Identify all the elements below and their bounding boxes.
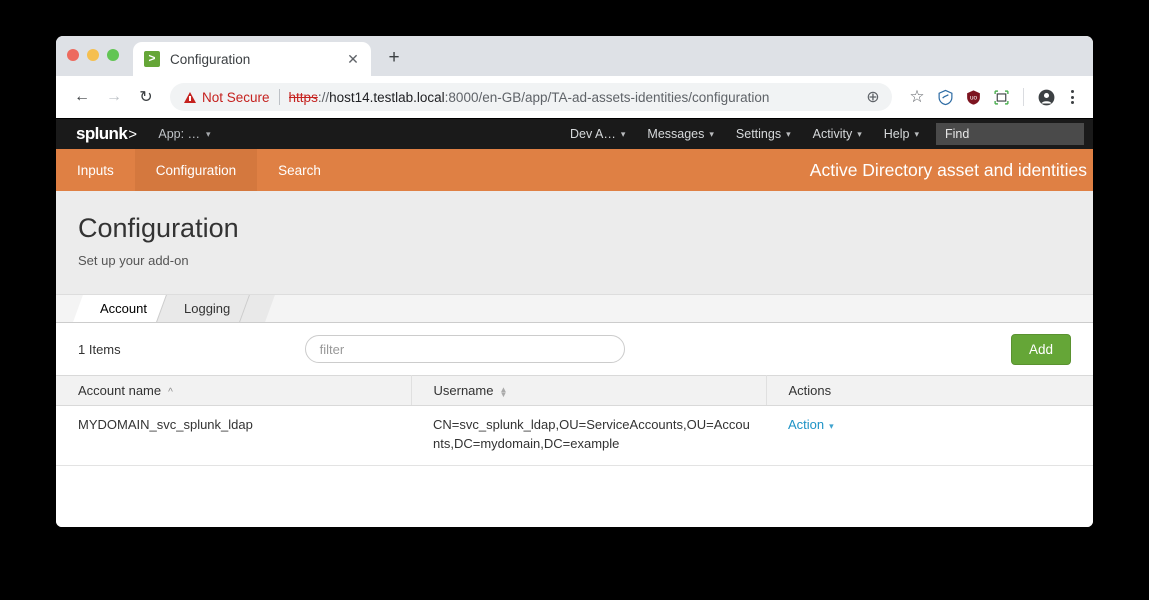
chevron-down-icon: ▾ bbox=[709, 128, 714, 139]
reload-icon[interactable]: ↻ bbox=[132, 83, 160, 111]
forward-icon[interactable]: → bbox=[100, 83, 128, 111]
action-label: Action bbox=[788, 417, 825, 432]
extension-icons: ☆ uo bbox=[904, 84, 1083, 110]
action-menu-link[interactable]: Action ▾ bbox=[788, 417, 834, 432]
sub-tab-row: Account Logging bbox=[56, 295, 1093, 323]
address-bar[interactable]: Not Secure https://host14.testlab.local:… bbox=[170, 83, 892, 111]
app-selector-label: App: … bbox=[158, 127, 201, 141]
not-secure-label: Not Secure bbox=[202, 89, 270, 105]
url-scheme-sep: :// bbox=[317, 89, 330, 105]
splunk-page: splunk > App: … ▾ Dev A… ▾ Messages ▾ Set… bbox=[56, 119, 1093, 527]
column-label: Account name bbox=[78, 383, 162, 398]
app-nav-bar: Inputs Configuration Search Active Direc… bbox=[56, 149, 1093, 191]
app-tab-configuration[interactable]: Configuration bbox=[134, 149, 258, 191]
page-title: Configuration bbox=[78, 213, 239, 243]
new-tab-button[interactable]: + bbox=[383, 47, 405, 69]
app-selector[interactable]: App: … ▾ bbox=[158, 127, 210, 141]
splunk-logo-text: splunk bbox=[76, 124, 128, 143]
sub-tab-label: Account bbox=[100, 300, 148, 316]
minimize-window-button[interactable] bbox=[87, 49, 99, 61]
splunk-global-nav: splunk > App: … ▾ Dev A… ▾ Messages ▾ Set… bbox=[56, 119, 1093, 149]
browser-toolbar: ← → ↻ Not Secure https://host14.testlab.… bbox=[56, 76, 1093, 119]
screenshot-capture-icon[interactable] bbox=[988, 84, 1014, 110]
chevron-down-icon: ▾ bbox=[786, 128, 791, 139]
chevron-down-icon: ▾ bbox=[857, 128, 862, 139]
table-body: MYDOMAIN_svc_splunk_ldap CN=svc_splunk_l… bbox=[56, 405, 1093, 466]
chevron-down-icon: ▾ bbox=[620, 128, 626, 139]
nav-item-help[interactable]: Help ▾ bbox=[873, 119, 930, 149]
maximize-window-button[interactable] bbox=[107, 49, 119, 61]
close-window-button[interactable] bbox=[67, 49, 79, 61]
page-subtitle: Set up your add-on bbox=[78, 253, 189, 268]
column-label: Username bbox=[433, 383, 494, 398]
profile-avatar-icon[interactable] bbox=[1033, 84, 1059, 110]
cell-account-name: MYDOMAIN_svc_splunk_ldap bbox=[56, 405, 411, 466]
browser-window: > Configuration ✕ + ← → ↻ Not Secure htt… bbox=[56, 36, 1093, 527]
page-header: Configuration Set up your add-on bbox=[56, 191, 1093, 295]
zoom-icon[interactable]: ⊕ bbox=[860, 84, 886, 110]
browser-tab-strip: > Configuration ✕ + bbox=[56, 36, 1093, 76]
table-row[interactable]: MYDOMAIN_svc_splunk_ldap CN=svc_splunk_l… bbox=[56, 405, 1093, 466]
warning-triangle-icon bbox=[184, 91, 196, 103]
nav-item-messages[interactable]: Messages ▾ bbox=[636, 119, 725, 149]
column-label: Actions bbox=[788, 383, 832, 398]
nav-item-label: Activity bbox=[812, 127, 853, 141]
chevron-down-icon: ▾ bbox=[914, 128, 919, 139]
item-count-label: 1 Items bbox=[78, 341, 121, 357]
sort-asc-icon: ^ bbox=[168, 387, 173, 398]
nav-item-dev-a[interactable]: Dev A… ▾ bbox=[559, 119, 636, 149]
omnibox-divider bbox=[278, 89, 280, 105]
url-scheme: https bbox=[288, 89, 318, 105]
browser-tab-title: Configuration bbox=[170, 51, 251, 67]
svg-text:uo: uo bbox=[969, 94, 977, 101]
close-tab-icon[interactable]: ✕ bbox=[344, 50, 362, 68]
table-header-row: Account name ^ Username ▲ ▼ Actions bbox=[56, 375, 1093, 406]
toolbar-divider bbox=[1023, 88, 1024, 106]
add-button[interactable]: Add bbox=[1010, 333, 1071, 365]
cell-actions: Action ▾ bbox=[766, 405, 1093, 466]
shield-extension-icon[interactable] bbox=[932, 84, 958, 110]
url-host: host14.testlab.local bbox=[329, 89, 445, 105]
table-toolbar: 1 Items filter Add bbox=[56, 323, 1093, 375]
column-header-actions: Actions bbox=[766, 375, 1093, 406]
bookmark-star-icon[interactable]: ☆ bbox=[904, 84, 930, 110]
splunk-logo-arrow: > bbox=[128, 126, 137, 143]
url-text: https://host14.testlab.local:8000/en-GB/… bbox=[289, 90, 860, 105]
ublock-origin-icon[interactable]: uo bbox=[960, 84, 986, 110]
chevron-down-icon: ▾ bbox=[206, 128, 211, 139]
nav-item-activity[interactable]: Activity ▾ bbox=[802, 119, 873, 149]
app-title: Active Directory asset and identities bbox=[809, 159, 1087, 180]
sub-tab-label: Logging bbox=[183, 301, 231, 316]
app-tab-inputs[interactable]: Inputs bbox=[56, 149, 135, 191]
app-tab-search[interactable]: Search bbox=[257, 149, 342, 191]
splunk-favicon: > bbox=[144, 51, 160, 67]
cell-username: CN=svc_splunk_ldap,OU=ServiceAccounts,OU… bbox=[411, 405, 766, 466]
table-head: Account name ^ Username ▲ ▼ Actions bbox=[56, 375, 1093, 406]
sort-both-icon: ▲ ▼ bbox=[499, 384, 508, 399]
chevron-down-icon: ▾ bbox=[829, 421, 834, 431]
browser-tab[interactable]: > Configuration ✕ bbox=[133, 42, 371, 76]
not-secure-indicator[interactable]: Not Secure bbox=[184, 90, 270, 105]
filter-input[interactable]: filter bbox=[304, 335, 625, 363]
back-icon[interactable]: ← bbox=[68, 83, 96, 111]
window-traffic-lights bbox=[67, 36, 119, 76]
accounts-table: Account name ^ Username ▲ ▼ Actions MYDOMAI… bbox=[56, 375, 1093, 466]
splunk-logo[interactable]: splunk > bbox=[76, 124, 137, 144]
nav-item-label: Settings bbox=[735, 127, 782, 141]
url-path: :8000/en-GB/app/TA-ad-assets-identities/… bbox=[444, 89, 770, 105]
find-search-input[interactable]: Find bbox=[936, 123, 1084, 145]
kebab-menu-icon[interactable] bbox=[1061, 84, 1083, 110]
nav-item-label: Help bbox=[883, 127, 910, 141]
nav-item-label: Messages bbox=[647, 127, 705, 141]
nav-item-settings[interactable]: Settings ▾ bbox=[725, 119, 802, 149]
column-header-account-name[interactable]: Account name ^ bbox=[56, 375, 412, 406]
column-header-username[interactable]: Username ▲ ▼ bbox=[411, 375, 767, 406]
nav-item-label: Dev A… bbox=[570, 127, 616, 141]
